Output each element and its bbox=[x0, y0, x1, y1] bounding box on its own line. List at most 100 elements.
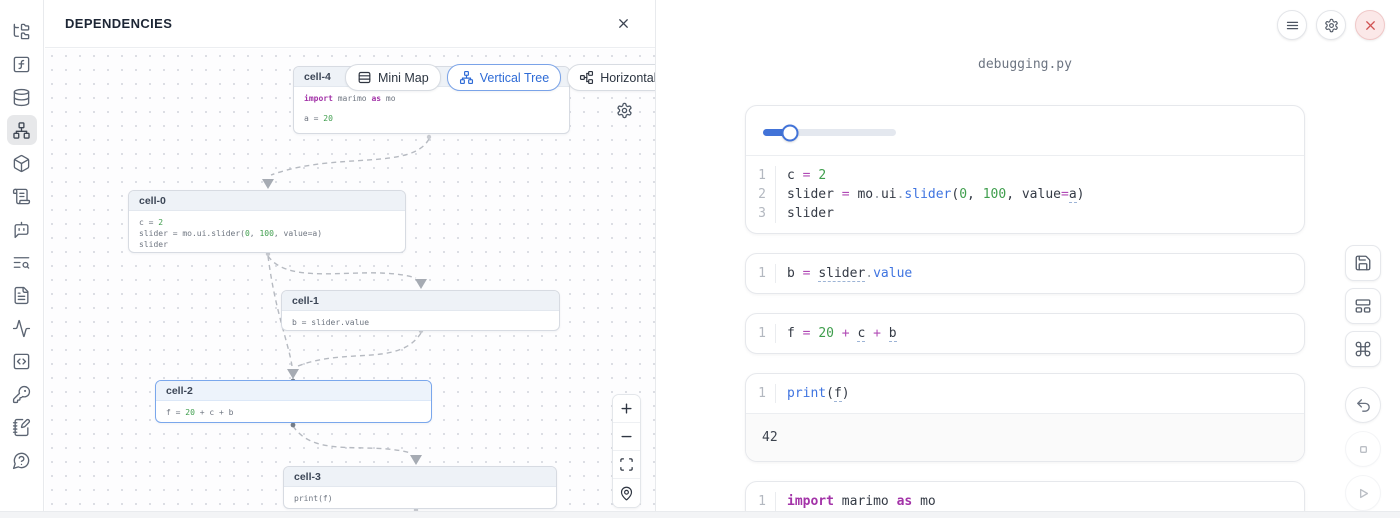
sidebar-item-packages[interactable] bbox=[7, 148, 37, 178]
notebook-cells: 1 c = 22slider = mo.ui.slider(0, 100, val… bbox=[745, 105, 1305, 518]
graph-node-code: c = 2slider = mo.ui.slider(0, 100, value… bbox=[129, 211, 405, 253]
cell-code-editor[interactable]: 1print(f) bbox=[746, 374, 1304, 413]
sidebar-item-help[interactable] bbox=[7, 445, 37, 475]
sidebar-item-snippets[interactable] bbox=[7, 346, 37, 376]
graph-node-cell-0[interactable]: cell-0c = 2slider = mo.ui.slider(0, 100,… bbox=[128, 190, 406, 253]
layout-toggle-button[interactable] bbox=[1345, 288, 1381, 324]
box-icon bbox=[12, 154, 31, 173]
sidebar-item-datasources[interactable] bbox=[7, 82, 37, 112]
graph-node-cell-1[interactable]: cell-1b = slider.value bbox=[281, 290, 560, 331]
graph-settings-button[interactable] bbox=[616, 102, 633, 124]
notebook-action-column bbox=[1345, 245, 1381, 511]
code-line: 1b = slider.value bbox=[746, 264, 1304, 283]
graph-node-code: import marimo as moa = 20 bbox=[294, 87, 569, 130]
cell-code-editor[interactable]: 1f = 20 + c + b bbox=[746, 314, 1304, 353]
graph-node-cell-3[interactable]: cell-3print(f) bbox=[283, 466, 557, 509]
horizontal-tree-icon bbox=[579, 70, 594, 85]
vertical-tree-button[interactable]: Vertical Tree bbox=[447, 64, 561, 91]
command-icon bbox=[1354, 340, 1372, 358]
notebook-cell-1[interactable]: 1b = slider.value bbox=[745, 253, 1305, 294]
sidebar-item-logs[interactable] bbox=[7, 181, 37, 211]
stop-icon bbox=[1355, 441, 1372, 458]
code-text: import marimo as mo bbox=[776, 492, 936, 511]
line-number: 1 bbox=[746, 384, 776, 403]
run-button[interactable] bbox=[1345, 475, 1381, 511]
mini-map-icon bbox=[357, 70, 372, 85]
bot-chat-icon bbox=[12, 220, 31, 239]
line-number: 1 bbox=[746, 264, 776, 283]
edge-cell2-cell3 bbox=[293, 426, 411, 453]
fit-view-button[interactable] bbox=[613, 451, 640, 479]
graph-zoom-controls bbox=[612, 394, 641, 508]
code-text: c = 2 bbox=[776, 166, 826, 185]
helper-panel-rail bbox=[0, 0, 44, 518]
close-panel-button[interactable] bbox=[611, 12, 635, 36]
line-number: 2 bbox=[746, 185, 776, 204]
gear-icon bbox=[1324, 18, 1339, 33]
center-selection-button[interactable] bbox=[613, 479, 640, 507]
close-icon bbox=[616, 16, 631, 31]
line-number: 1 bbox=[746, 324, 776, 343]
dependency-graph-canvas[interactable]: cell-4import marimo as moa = 20cell-0c =… bbox=[45, 49, 655, 511]
slider-output bbox=[746, 106, 1304, 156]
graph-node-title: cell-2 bbox=[156, 381, 431, 401]
save-icon bbox=[1354, 254, 1372, 272]
keyboard-shortcuts-button[interactable] bbox=[1345, 331, 1381, 367]
code-line: 2slider = mo.ui.slider(0, 100, value=a) bbox=[746, 185, 1304, 204]
slider-track[interactable] bbox=[763, 129, 896, 136]
notebook-area: debugging.py 1c = 22slider = mo.ui.slide… bbox=[656, 0, 1400, 518]
database-icon bbox=[12, 88, 31, 107]
notebook-cell-3[interactable]: 1print(f)42 bbox=[745, 373, 1305, 462]
vertical-tree-icon bbox=[459, 70, 474, 85]
help-bubble-icon bbox=[12, 451, 31, 470]
mini-map-button[interactable]: Mini Map bbox=[345, 64, 441, 91]
undo-icon bbox=[1355, 397, 1372, 414]
shutdown-button[interactable] bbox=[1355, 10, 1385, 40]
horizontal-tree-button[interactable]: Horizontal Tree bbox=[567, 64, 655, 91]
slider-thumb[interactable] bbox=[781, 124, 798, 141]
sidebar-item-chat[interactable] bbox=[7, 214, 37, 244]
edge-handle bbox=[427, 135, 431, 139]
zoom-in-button[interactable] bbox=[613, 395, 640, 423]
graph-node-title: cell-0 bbox=[129, 191, 405, 211]
cell-code-editor[interactable]: 1b = slider.value bbox=[746, 254, 1304, 293]
notebook-cell-0[interactable]: 1c = 22slider = mo.ui.slider(0, 100, val… bbox=[745, 105, 1305, 234]
sidebar-item-documentation[interactable] bbox=[7, 280, 37, 310]
sidebar-item-file-explorer[interactable] bbox=[7, 16, 37, 46]
graph-node-cell-2[interactable]: cell-2f = 20 + c + b bbox=[155, 380, 432, 423]
function-square-icon bbox=[12, 55, 31, 74]
plus-icon bbox=[619, 401, 634, 416]
sidebar-item-secrets[interactable] bbox=[7, 379, 37, 409]
fit-view-icon bbox=[619, 457, 634, 472]
graph-node-title: cell-3 bbox=[284, 467, 556, 487]
graph-node-code: f = 20 + c + b bbox=[156, 401, 431, 423]
text-search-icon bbox=[12, 253, 31, 272]
activity-icon bbox=[12, 319, 31, 338]
undo-button[interactable] bbox=[1345, 387, 1381, 423]
settings-button[interactable] bbox=[1316, 10, 1346, 40]
edge-cell4-cell0 bbox=[271, 139, 429, 175]
edge-handle bbox=[291, 423, 296, 428]
minus-icon bbox=[619, 429, 634, 444]
sidebar-item-variables[interactable] bbox=[7, 49, 37, 79]
arrowhead bbox=[410, 455, 422, 465]
save-button[interactable] bbox=[1345, 245, 1381, 281]
zoom-out-button[interactable] bbox=[613, 423, 640, 451]
dependencies-panel-header: DEPENDENCIES bbox=[45, 0, 655, 48]
cell-code-editor[interactable]: 1c = 22slider = mo.ui.slider(0, 100, val… bbox=[746, 156, 1304, 233]
close-x-icon bbox=[1363, 18, 1378, 33]
menu-button[interactable] bbox=[1277, 10, 1307, 40]
notebook-cell-2[interactable]: 1f = 20 + c + b bbox=[745, 313, 1305, 354]
code-text: b = slider.value bbox=[776, 264, 912, 283]
sidebar-item-scratchpad[interactable] bbox=[7, 412, 37, 442]
sidebar-item-outline[interactable] bbox=[7, 247, 37, 277]
code-line: 1f = 20 + c + b bbox=[746, 324, 1304, 343]
edge-cell1-cell2 bbox=[298, 333, 421, 366]
sidebar-item-dependencies[interactable] bbox=[7, 115, 37, 145]
line-number: 3 bbox=[746, 204, 776, 223]
sidebar-item-tracing[interactable] bbox=[7, 313, 37, 343]
stop-button[interactable] bbox=[1345, 431, 1381, 467]
graph-node-code: print(f) bbox=[284, 487, 556, 509]
code-square-icon bbox=[12, 352, 31, 371]
top-right-controls bbox=[1277, 10, 1385, 40]
